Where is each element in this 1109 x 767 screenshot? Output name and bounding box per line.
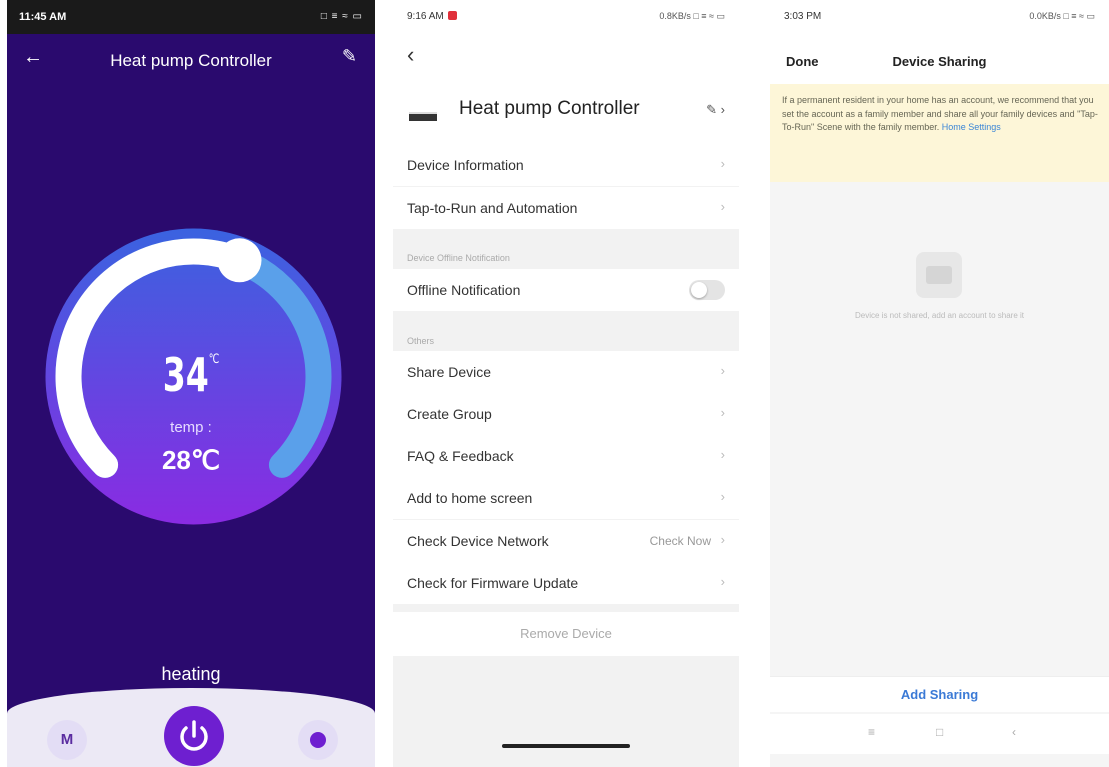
temp-label: temp : (170, 419, 212, 436)
status-bar: 3:03 PM 0.0KB/s □ ≡ ≈ ▭ (770, 0, 1109, 34)
timer-button[interactable] (298, 720, 338, 760)
done-button[interactable]: Done (786, 54, 819, 69)
system-nav-bar: ≡ □ ‹ (770, 714, 1109, 754)
dial-handle (217, 238, 262, 283)
row-check-network[interactable]: Check Device Network Check Now › (393, 520, 739, 562)
section-others-heading: Others (407, 336, 435, 346)
home-icon[interactable]: □ (936, 725, 943, 739)
chevron-right-icon: › (720, 156, 725, 171)
power-button[interactable] (164, 706, 224, 766)
home-settings-link[interactable]: Home Settings (942, 122, 1001, 132)
status-bar: 9:16 AM 0.8KB/s □ ≡ ≈ ▭ (393, 0, 739, 34)
status-bar: 11:45 AM □ ≡ ≈ ▭ (7, 0, 375, 34)
status-time: 9:16 AM (407, 11, 457, 22)
section-offline-heading: Device Offline Notification (407, 253, 510, 263)
setpoint-unit: ℃ (208, 352, 220, 367)
row-label: FAQ & Feedback (407, 448, 514, 464)
row-tap-to-run[interactable]: Tap-to-Run and Automation › (393, 187, 739, 229)
check-now-link[interactable]: Check Now (650, 534, 711, 548)
row-device-information[interactable]: Device Information › (393, 144, 739, 186)
top-bar: Device Sharing Done (770, 34, 1109, 84)
row-label: Tap-to-Run and Automation (407, 200, 578, 216)
offline-notification-toggle[interactable] (689, 280, 725, 300)
mode-label: heating (161, 664, 221, 684)
add-sharing-button[interactable]: Add Sharing (770, 676, 1109, 712)
chevron-right-icon: › (720, 199, 725, 214)
row-label: Offline Notification (407, 282, 521, 298)
notice-text: If a permanent resident in your home has… (782, 95, 1098, 132)
empty-box-icon (916, 252, 962, 298)
row-label: Device Information (407, 157, 524, 173)
family-notice: If a permanent resident in your home has… (770, 84, 1109, 182)
row-label: Check for Firmware Update (407, 575, 579, 591)
controller-screen: 11:45 AM □ ≡ ≈ ▭ ← Heat pump Controller … (7, 0, 375, 767)
row-add-home-screen[interactable]: Add to home screen › (393, 477, 739, 519)
chevron-right-icon: › (720, 574, 725, 589)
home-indicator[interactable] (502, 744, 630, 748)
chevron-right-icon: › (720, 447, 725, 462)
pencil-icon[interactable]: ✎ › (706, 102, 725, 118)
row-faq-feedback[interactable]: FAQ & Feedback › (393, 435, 739, 477)
chevron-right-icon: › (720, 405, 725, 420)
status-time: 3:03 PM (784, 11, 822, 22)
empty-message: Device is not shared, add an account to … (855, 311, 1024, 320)
row-firmware-update[interactable]: Check for Firmware Update › (393, 562, 739, 604)
setpoint-readout: 34℃ (59, 348, 324, 402)
pencil-icon[interactable]: ✎ (342, 46, 357, 67)
toggle-knob (691, 282, 707, 298)
row-create-group[interactable]: Create Group › (393, 393, 739, 435)
top-bar: ‹ (393, 34, 739, 84)
status-icons: 0.0KB/s □ ≡ ≈ ▭ (1029, 11, 1095, 21)
settings-screen: 9:16 AM 0.8KB/s □ ≡ ≈ ▭ ‹ Heat pump Cont… (393, 0, 739, 767)
row-label: Share Device (407, 364, 492, 380)
row-label: Add to home screen (407, 490, 533, 506)
setpoint-value: 34 (162, 348, 209, 402)
mode-button[interactable]: M (47, 720, 87, 760)
status-icons: □ ≡ ≈ ▭ (320, 11, 363, 22)
chevron-right-icon: › (720, 489, 725, 504)
chevron-right-icon: › (720, 532, 725, 547)
page-title: Device Sharing (892, 54, 987, 69)
record-icon (447, 11, 457, 20)
timer-icon (310, 732, 326, 748)
row-label: Create Group (407, 406, 492, 422)
chevron-right-icon: › (720, 363, 725, 378)
row-offline-notification: Offline Notification (393, 269, 739, 311)
row-share-device[interactable]: Share Device › (393, 351, 739, 393)
status-icons: 0.8KB/s □ ≡ ≈ ▭ (659, 11, 725, 21)
page-title: Heat pump Controller (110, 51, 272, 70)
status-time: 11:45 AM (19, 11, 67, 23)
remove-device-button[interactable]: Remove Device (393, 612, 739, 656)
power-icon (180, 720, 208, 751)
device-header[interactable]: Heat pump Controller ✎ › (393, 84, 739, 144)
header: ← Heat pump Controller ✎ (7, 34, 375, 86)
row-label: Check Device Network (407, 533, 549, 549)
device-thumbnail (409, 112, 437, 121)
back-icon[interactable]: ‹ (1012, 725, 1016, 739)
temp-value: 28℃ (161, 445, 221, 475)
device-name: Heat pump Controller (459, 98, 640, 119)
sharing-screen: 3:03 PM 0.0KB/s □ ≡ ≈ ▭ Device Sharing D… (770, 0, 1109, 767)
chevron-left-icon[interactable]: ‹ (407, 42, 414, 68)
menu-icon[interactable]: ≡ (868, 725, 875, 739)
